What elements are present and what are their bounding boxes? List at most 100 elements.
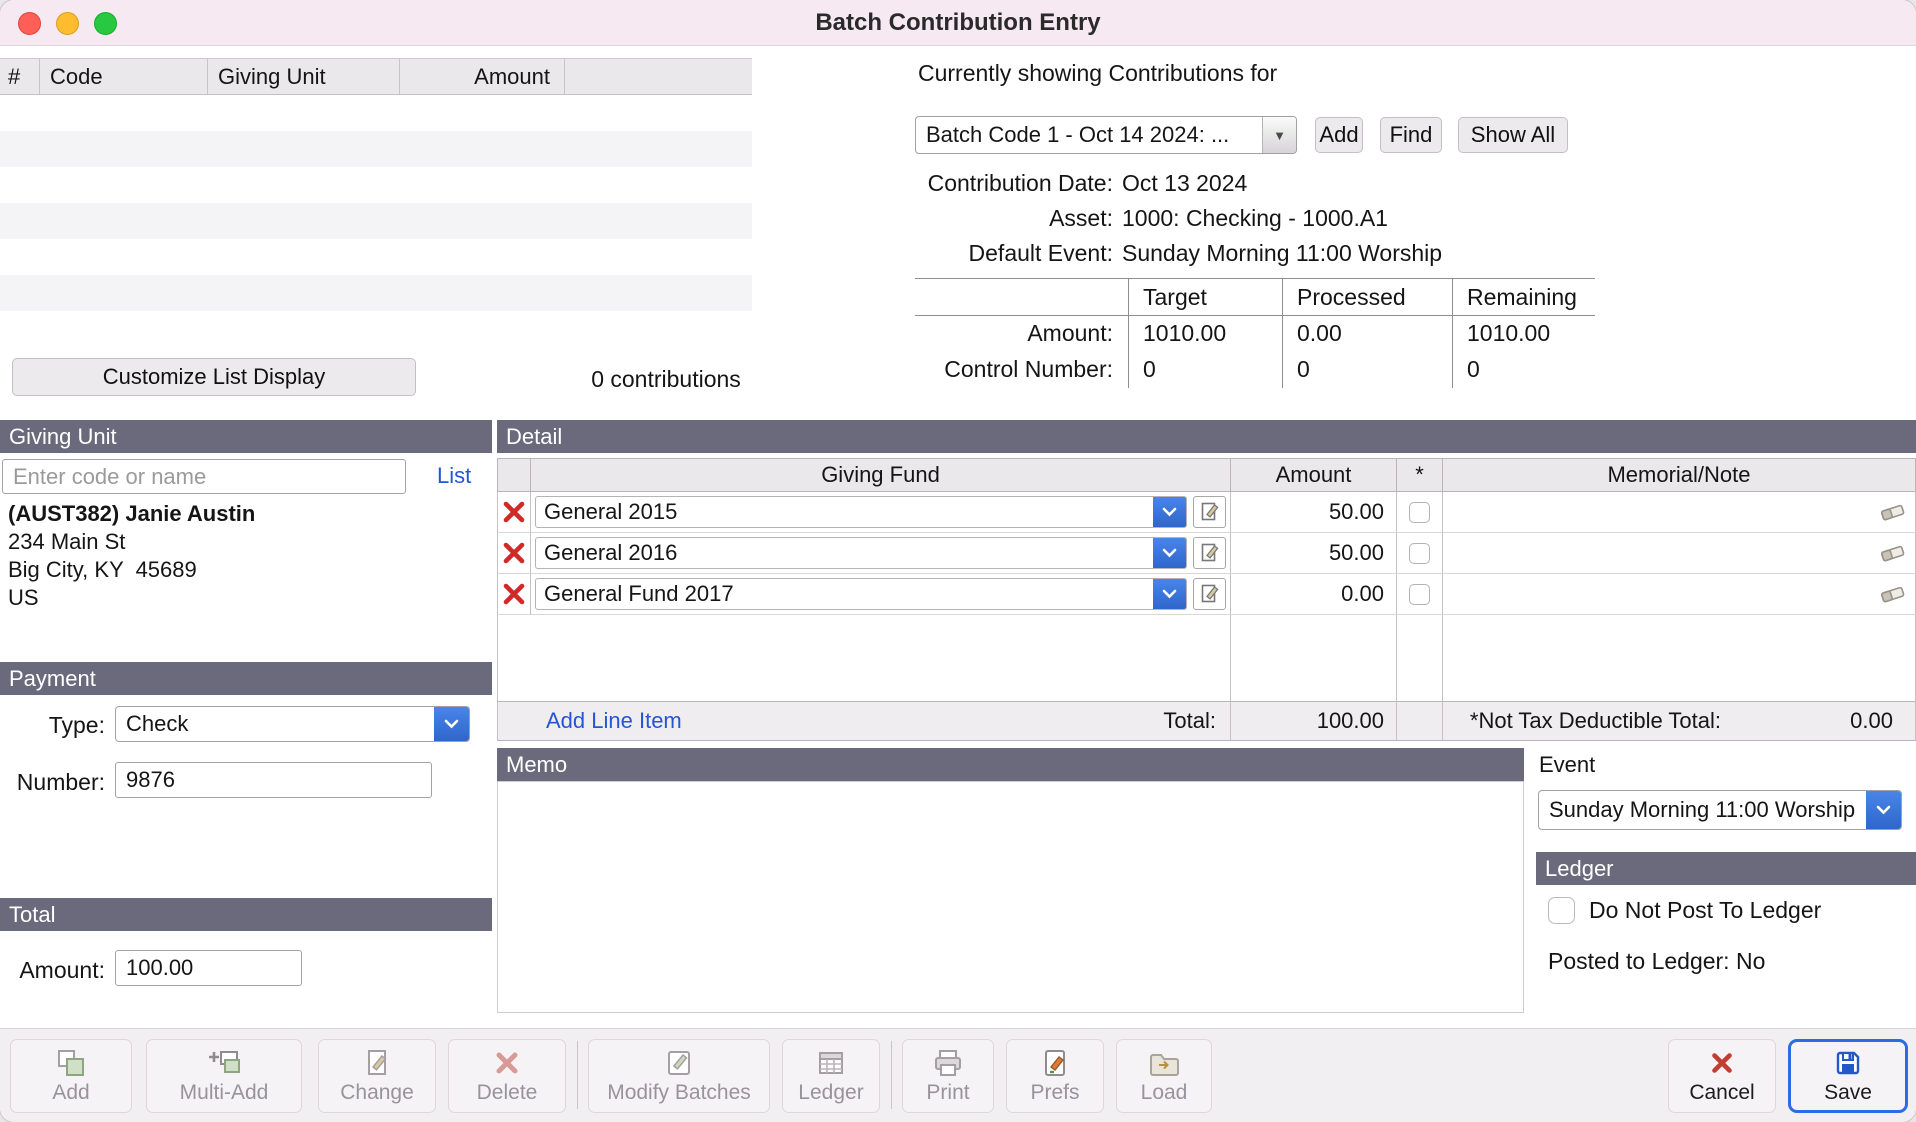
memorial-eraser-icon <box>1879 583 1907 605</box>
line-amount-field[interactable]: 50.00 <box>1231 492 1397 533</box>
traffic-lights <box>18 12 117 35</box>
payment-type-label: Type: <box>0 712 105 739</box>
zoom-window-button[interactable] <box>94 12 117 35</box>
giving-unit-search-input[interactable] <box>2 459 406 494</box>
detail-header-star: * <box>1397 458 1443 492</box>
payment-number-input[interactable] <box>115 762 432 798</box>
line-amount-field[interactable]: 0.00 <box>1231 574 1397 615</box>
delete-line-button[interactable] <box>497 533 531 574</box>
event-label: Event <box>1539 752 1595 778</box>
memo-input[interactable] <box>497 781 1524 1013</box>
ntd-total-value: 0.00 <box>1721 708 1907 734</box>
chevron-down-icon[interactable] <box>1153 497 1186 527</box>
column-header-giving-unit[interactable]: Giving Unit <box>208 59 400 94</box>
memorial-eraser-icon <box>1879 542 1907 564</box>
contribution-list-body[interactable] <box>0 95 752 347</box>
chevron-down-icon[interactable] <box>1153 579 1186 609</box>
giving-fund-select[interactable]: General 2015 <box>535 496 1187 528</box>
multi-add-button[interactable]: Multi-Add <box>146 1039 302 1113</box>
cancel-button[interactable]: Cancel <box>1668 1039 1776 1113</box>
save-button[interactable]: Save <box>1788 1039 1908 1113</box>
list-row <box>0 275 752 311</box>
ledger-section-header: Ledger <box>1536 852 1916 885</box>
column-header-amount[interactable]: Amount <box>400 59 565 94</box>
delete-line-button[interactable] <box>497 574 531 615</box>
ledger-button[interactable]: Ledger <box>782 1039 880 1113</box>
line-star-cell <box>1397 574 1443 615</box>
giving-unit-address-line: Big City, KY 45689 <box>8 556 255 584</box>
edit-note-icon <box>1199 501 1221 523</box>
do-not-post-checkbox[interactable] <box>1548 897 1575 924</box>
giving-unit-info: (AUST382) Janie Austin 234 Main St Big C… <box>8 500 255 612</box>
summary-control-processed: 0 <box>1282 350 1452 388</box>
summary-amount-target: 1010.00 <box>1128 316 1282 350</box>
giving-fund-select[interactable]: General 2016 <box>535 537 1187 569</box>
red-x-icon <box>501 499 527 525</box>
list-row <box>0 95 752 131</box>
giving-fund-cell: General 2015 <box>531 492 1231 533</box>
batch-contribution-entry-window: Batch Contribution Entry # Code Giving U… <box>0 0 1916 1122</box>
change-button[interactable]: Change <box>318 1039 436 1113</box>
fund-note-button[interactable] <box>1193 578 1226 610</box>
batch-info-fields: Contribution Date: Oct 13 2024 Asset: 10… <box>915 166 1442 271</box>
fund-note-button[interactable] <box>1193 537 1226 569</box>
giving-fund-value: General 2015 <box>536 497 1153 527</box>
column-header-number[interactable]: # <box>0 59 40 94</box>
add-button[interactable]: Add <box>10 1039 132 1113</box>
giving-unit-list-link[interactable]: List <box>437 463 471 489</box>
list-row <box>0 203 752 239</box>
chevron-down-icon[interactable] <box>1153 538 1186 568</box>
modify-batches-button[interactable]: Modify Batches <box>588 1039 770 1113</box>
summary-amount-remaining: 1010.00 <box>1452 316 1595 350</box>
delete-button[interactable]: Delete <box>448 1039 566 1113</box>
list-row <box>0 131 752 167</box>
delete-line-button[interactable] <box>497 492 531 533</box>
column-header-code[interactable]: Code <box>40 59 208 94</box>
customize-list-display-button[interactable]: Customize List Display <box>12 358 416 396</box>
contribution-date-label: Contribution Date: <box>915 170 1113 197</box>
payment-number-label: Number: <box>0 769 105 796</box>
not-tax-deductible-checkbox[interactable] <box>1409 543 1430 564</box>
delete-icon <box>492 1048 522 1078</box>
giving-fund-value: General 2016 <box>536 538 1153 568</box>
memorial-note-field[interactable] <box>1443 574 1916 615</box>
chevron-down-icon[interactable] <box>1866 791 1901 829</box>
batch-show-all-button[interactable]: Show All <box>1458 117 1568 153</box>
line-star-cell <box>1397 533 1443 574</box>
line-amount-field[interactable]: 50.00 <box>1231 533 1397 574</box>
detail-header-row: Giving Fund Amount * Memorial/Note <box>497 458 1916 492</box>
batch-add-button[interactable]: Add <box>1315 117 1363 153</box>
payment-type-select[interactable]: Check <box>115 706 470 742</box>
not-tax-deductible-checkbox[interactable] <box>1409 502 1430 523</box>
total-amount-input[interactable] <box>115 950 302 986</box>
close-window-button[interactable] <box>18 12 41 35</box>
detail-total-value: 100.00 <box>1231 701 1397 741</box>
giving-fund-select[interactable]: General Fund 2017 <box>535 578 1187 610</box>
print-button[interactable]: Print <box>902 1039 994 1113</box>
memorial-note-field[interactable] <box>1443 492 1916 533</box>
minimize-window-button[interactable] <box>56 12 79 35</box>
contribution-list: # Code Giving Unit Amount <box>0 58 752 347</box>
not-tax-deductible-checkbox[interactable] <box>1409 584 1430 605</box>
prefs-icon <box>1040 1048 1070 1078</box>
add-line-item-link[interactable]: Add Line Item <box>546 708 682 734</box>
memorial-note-field[interactable] <box>1443 533 1916 574</box>
giving-fund-cell: General 2016 <box>531 533 1231 574</box>
batch-find-button[interactable]: Find <box>1380 117 1442 153</box>
chevron-down-icon[interactable] <box>434 707 469 741</box>
do-not-post-row: Do Not Post To Ledger <box>1548 897 1821 924</box>
red-x-icon <box>501 540 527 566</box>
giving-unit-address-line: US <box>8 584 255 612</box>
detail-row: General Fund 2017 0.00 <box>497 574 1916 615</box>
detail-row: General 2016 50.00 <box>497 533 1916 574</box>
ntd-total-label: *Not Tax Deductible Total: <box>1470 708 1721 734</box>
line-star-cell <box>1397 492 1443 533</box>
fund-note-button[interactable] <box>1193 496 1226 528</box>
giving-unit-address-line: 234 Main St <box>8 528 255 556</box>
prefs-button[interactable]: Prefs <box>1006 1039 1104 1113</box>
detail-header-amount: Amount <box>1231 458 1397 492</box>
chevron-down-icon[interactable]: ▼ <box>1262 117 1296 153</box>
batch-select[interactable]: Batch Code 1 - Oct 14 2024: ... ▼ <box>915 116 1297 154</box>
event-select[interactable]: Sunday Morning 11:00 Worship <box>1538 790 1902 830</box>
load-button[interactable]: Load <box>1116 1039 1212 1113</box>
